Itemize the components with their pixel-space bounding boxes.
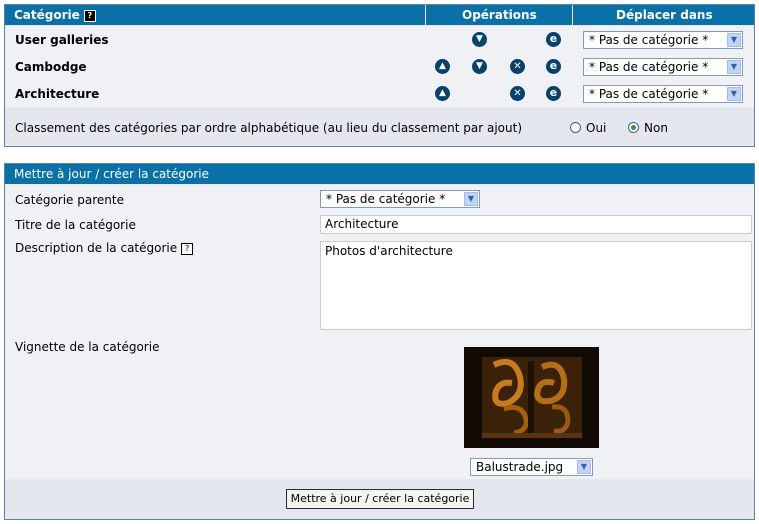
category-description-label: Description de la catégorie?	[15, 241, 194, 255]
category-rows: User galleries ▼ e * Pas de catégorie * …	[5, 26, 754, 107]
category-column-header: Catégorie?	[14, 5, 96, 25]
move-to-select[interactable]: * Pas de catégorie * ▼	[583, 58, 743, 76]
category-row: Cambodge ▲ ▼ ✕ e * Pas de catégorie * ▼	[5, 53, 754, 80]
move-to-select-value: * Pas de catégorie *	[589, 33, 709, 47]
thumbnail-file-select[interactable]: Balustrade.jpg ▼	[470, 458, 593, 476]
parent-category-value: * Pas de catégorie *	[326, 192, 446, 206]
category-name: Architecture	[15, 87, 100, 101]
move-to-select-value: * Pas de catégorie *	[589, 60, 709, 74]
category-name: Cambodge	[15, 60, 87, 74]
arrow-down-icon[interactable]: ▼	[472, 32, 487, 47]
category-thumbnail-image	[464, 347, 599, 448]
operations-column-header: Opérations	[462, 8, 537, 22]
chevron-down-icon: ▼	[577, 460, 591, 474]
chevron-down-icon: ▼	[727, 33, 741, 47]
x-delete-icon[interactable]: ✕	[510, 59, 525, 74]
thumbnail-file-value: Balustrade.jpg	[476, 460, 564, 474]
chevron-down-icon: ▼	[464, 192, 478, 206]
help-icon[interactable]: ?	[181, 243, 194, 255]
move-to-select[interactable]: * Pas de catégorie * ▼	[583, 31, 743, 49]
edit-form-title: Mettre à jour / créer la catégorie	[5, 164, 754, 184]
arrow-down-icon[interactable]: ▼	[472, 59, 487, 74]
header-divider	[572, 5, 573, 25]
category-title-input[interactable]: Architecture	[320, 215, 752, 234]
header-divider	[425, 5, 426, 25]
help-icon[interactable]: ?	[83, 10, 96, 22]
description-label-text: Description de la catégorie	[15, 241, 178, 255]
category-description-textarea[interactable]: Photos d'architecture	[320, 241, 752, 330]
e-edit-icon[interactable]: e	[546, 32, 561, 47]
chevron-down-icon: ▼	[727, 87, 741, 101]
category-table-header: Catégorie? Opérations Déplacer dans	[5, 5, 754, 25]
category-name: User galleries	[15, 33, 109, 47]
edit-form-body: Catégorie parente * Pas de catégorie * ▼…	[5, 185, 754, 479]
category-edit-panel: Mettre à jour / créer la catégorie Catég…	[4, 163, 755, 520]
category-row: Architecture ▲ ✕ e * Pas de catégorie * …	[5, 80, 754, 107]
sort-radio-no-label: Non	[644, 121, 668, 135]
chevron-down-icon: ▼	[727, 60, 741, 74]
move-to-select[interactable]: * Pas de catégorie * ▼	[583, 85, 743, 103]
alphabetical-sort-label: Classement des catégories par ordre alph…	[15, 121, 522, 135]
parent-category-label: Catégorie parente	[15, 193, 124, 207]
category-header-label: Catégorie	[14, 8, 80, 22]
parent-category-select[interactable]: * Pas de catégorie * ▼	[320, 190, 480, 208]
category-row: User galleries ▼ e * Pas de catégorie * …	[5, 26, 754, 53]
sort-radio-no[interactable]	[628, 122, 639, 133]
category-thumbnail-label: Vignette de la catégorie	[15, 340, 160, 354]
category-title-label: Titre de la catégorie	[15, 218, 136, 232]
move-to-column-header: Déplacer dans	[616, 8, 713, 22]
arrow-up-icon[interactable]: ▲	[435, 59, 450, 74]
e-edit-icon[interactable]: e	[546, 86, 561, 101]
e-edit-icon[interactable]: e	[546, 59, 561, 74]
category-list-panel: Catégorie? Opérations Déplacer dans User…	[4, 4, 755, 147]
update-create-category-button[interactable]: Mettre à jour / créer la catégorie	[286, 489, 474, 509]
sort-radio-yes-label: Oui	[586, 121, 607, 135]
arrow-up-icon[interactable]: ▲	[435, 86, 450, 101]
balustrade-photo	[464, 347, 599, 448]
move-to-select-value: * Pas de catégorie *	[589, 87, 709, 101]
x-delete-icon[interactable]: ✕	[510, 86, 525, 101]
sort-radio-yes[interactable]	[570, 122, 581, 133]
